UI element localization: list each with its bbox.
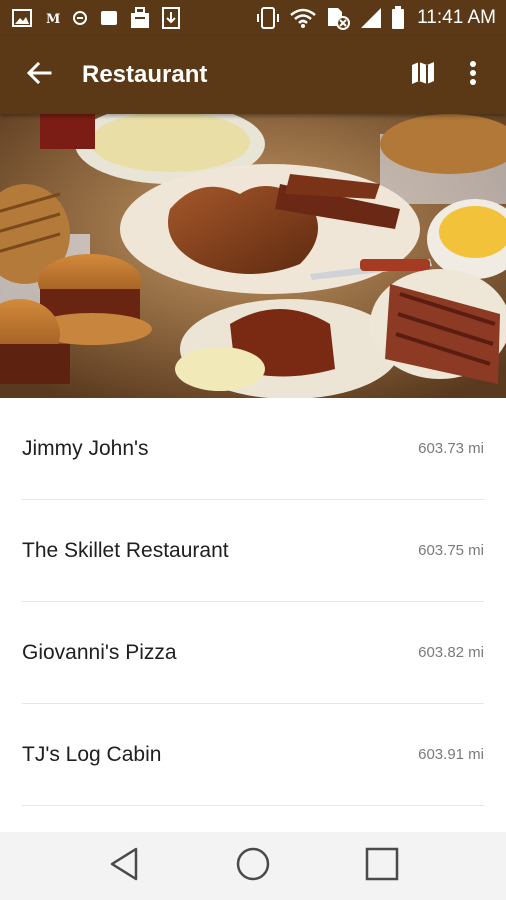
back-triangle-icon bbox=[109, 847, 139, 886]
circle-app-icon bbox=[72, 10, 88, 26]
restaurant-name: Giovanni's Pizza bbox=[22, 640, 177, 664]
bbq-food-platter-photo bbox=[0, 114, 506, 398]
list-item[interactable]: Giovanni's Pizza 603.82 mi bbox=[22, 602, 484, 704]
briefcase-icon bbox=[130, 7, 150, 29]
restaurant-list: Jimmy John's 603.73 mi The Skillet Resta… bbox=[0, 398, 506, 806]
restaurant-name: The Skillet Restaurant bbox=[22, 538, 229, 562]
system-nav-bar bbox=[0, 832, 506, 900]
nav-home-button[interactable] bbox=[218, 836, 288, 896]
restaurant-name: TJ's Log Cabin bbox=[22, 742, 162, 766]
status-time: 11:41 AM bbox=[417, 7, 496, 28]
restaurant-distance: 603.91 mi bbox=[418, 746, 484, 763]
svg-text:M: M bbox=[46, 12, 60, 26]
wifi-icon bbox=[289, 7, 317, 29]
list-item[interactable]: TJ's Log Cabin 603.91 mi bbox=[22, 704, 484, 806]
signal-icon bbox=[359, 7, 383, 29]
status-bar-notifications: M bbox=[12, 7, 255, 29]
back-button[interactable] bbox=[4, 36, 74, 114]
restaurant-name: Jimmy John's bbox=[22, 436, 149, 460]
restaurant-distance: 603.75 mi bbox=[418, 542, 484, 559]
list-item[interactable]: Jimmy John's 603.73 mi bbox=[22, 398, 484, 500]
more-vert-icon bbox=[469, 60, 477, 91]
recents-square-icon bbox=[365, 847, 399, 886]
home-circle-icon bbox=[235, 846, 271, 887]
battery-icon bbox=[391, 6, 405, 30]
app-bar: Restaurant bbox=[0, 36, 506, 114]
nav-recents-button[interactable] bbox=[347, 836, 417, 896]
download-icon bbox=[162, 7, 180, 29]
status-bar-system: 11:41 AM bbox=[255, 6, 496, 30]
m-app-icon: M bbox=[44, 10, 60, 26]
data-saver-icon bbox=[325, 6, 351, 30]
more-options-button[interactable] bbox=[448, 36, 498, 114]
restaurant-distance: 603.82 mi bbox=[418, 644, 484, 661]
back-arrow-icon bbox=[26, 61, 52, 90]
list-item[interactable]: The Skillet Restaurant 603.75 mi bbox=[22, 500, 484, 602]
status-bar: M 11:41 AM bbox=[0, 0, 506, 36]
map-icon bbox=[410, 60, 436, 91]
restaurant-distance: 603.73 mi bbox=[418, 440, 484, 457]
map-button[interactable] bbox=[398, 36, 448, 114]
page-title: Restaurant bbox=[82, 61, 208, 88]
vibrate-icon bbox=[255, 6, 281, 30]
nav-back-button[interactable] bbox=[89, 836, 159, 896]
image-icon bbox=[12, 9, 32, 27]
square-icon bbox=[100, 9, 118, 27]
hero-image bbox=[0, 114, 506, 398]
